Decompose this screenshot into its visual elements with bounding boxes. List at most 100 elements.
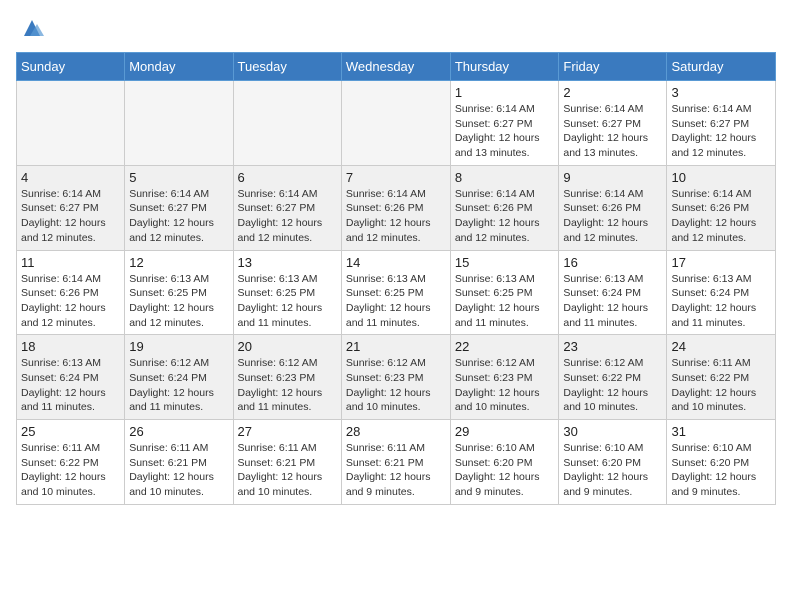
day-number: 23 [563,339,662,354]
day-info: Sunrise: 6:12 AM Sunset: 6:24 PM Dayligh… [129,356,228,415]
day-info: Sunrise: 6:14 AM Sunset: 6:27 PM Dayligh… [563,102,662,161]
calendar-header-row: Sunday Monday Tuesday Wednesday Thursday… [17,53,776,81]
calendar-cell: 8 Sunrise: 6:14 AM Sunset: 6:26 PM Daylig… [450,165,559,250]
day-info: Sunrise: 6:13 AM Sunset: 6:25 PM Dayligh… [129,272,228,331]
calendar-cell: 12 Sunrise: 6:13 AM Sunset: 6:25 PM Dayli… [125,250,233,335]
calendar-cell: 21Sunrise: 6:12 AM Sunset: 6:23 PM Dayli… [341,335,450,420]
day-info: Sunrise: 6:10 AM Sunset: 6:20 PM Dayligh… [671,441,771,500]
calendar-cell: 22 Sunrise: 6:12 AM Sunset: 6:23 PM Dayli… [450,335,559,420]
calendar-cell: 1 Sunrise: 6:14 AM Sunset: 6:27 PM Daylig… [450,81,559,166]
calendar-cell [233,81,341,166]
day-info: Sunrise: 6:14 AM Sunset: 6:26 PM Dayligh… [455,187,555,246]
day-info: Sunrise: 6:14 AM Sunset: 6:27 PM Dayligh… [455,102,555,161]
day-info: Sunrise: 6:11 AM Sunset: 6:21 PM Dayligh… [238,441,337,500]
week-row-0: 1 Sunrise: 6:14 AM Sunset: 6:27 PM Daylig… [17,81,776,166]
day-number: 16 [563,255,662,270]
calendar-cell: 18Sunrise: 6:13 AM Sunset: 6:24 PM Dayli… [17,335,125,420]
calendar-cell: 16 Sunrise: 6:13 AM Sunset: 6:24 PM Dayli… [559,250,667,335]
day-info: Sunrise: 6:14 AM Sunset: 6:26 PM Dayligh… [346,187,446,246]
calendar-cell: 30Sunrise: 6:10 AM Sunset: 6:20 PM Dayli… [559,420,667,505]
day-number: 10 [671,170,771,185]
calendar-cell: 31 Sunrise: 6:10 AM Sunset: 6:20 PM Dayli… [667,420,776,505]
calendar-cell: 17 Sunrise: 6:13 AM Sunset: 6:24 PM Dayli… [667,250,776,335]
logo [16,16,44,40]
calendar-cell [125,81,233,166]
day-info: Sunrise: 6:14 AM Sunset: 6:26 PM Dayligh… [671,187,771,246]
calendar-cell: 24Sunrise: 6:11 AM Sunset: 6:22 PM Dayli… [667,335,776,420]
day-number: 9 [563,170,662,185]
calendar-table: Sunday Monday Tuesday Wednesday Thursday… [16,52,776,505]
day-info: Sunrise: 6:13 AM Sunset: 6:24 PM Dayligh… [563,272,662,331]
calendar-cell: 28 Sunrise: 6:11 AM Sunset: 6:21 PM Dayli… [341,420,450,505]
day-number: 29 [455,424,555,439]
day-number: 11 [21,255,120,270]
day-info: Sunrise: 6:10 AM Sunset: 6:20 PM Dayligh… [455,441,555,500]
page-header [16,16,776,40]
calendar-cell: 20 Sunrise: 6:12 AM Sunset: 6:23 PM Dayli… [233,335,341,420]
calendar-cell: 10 Sunrise: 6:14 AM Sunset: 6:26 PM Dayli… [667,165,776,250]
day-number: 15 [455,255,555,270]
calendar-cell: 4Sunrise: 6:14 AM Sunset: 6:27 PM Daylig… [17,165,125,250]
day-number: 13 [238,255,337,270]
calendar-cell: 9 Sunrise: 6:14 AM Sunset: 6:26 PM Daylig… [559,165,667,250]
day-info: Sunrise: 6:11 AM Sunset: 6:21 PM Dayligh… [346,441,446,500]
header-friday: Friday [559,53,667,81]
day-info: Sunrise: 6:14 AM Sunset: 6:26 PM Dayligh… [563,187,662,246]
header-sunday: Sunday [17,53,125,81]
day-number: 1 [455,85,555,100]
day-number: 20 [238,339,337,354]
header-monday: Monday [125,53,233,81]
header-thursday: Thursday [450,53,559,81]
day-number: 19 [129,339,228,354]
day-info: Sunrise: 6:14 AM Sunset: 6:26 PM Dayligh… [21,272,120,331]
week-row-1: 4 Sunrise: 6:14 AM Sunset: 6:27 PM Daylig… [17,165,776,250]
day-number: 25 [21,424,120,439]
day-info: Sunrise: 6:12 AM Sunset: 6:23 PM Dayligh… [455,356,555,415]
calendar-cell: 26 Sunrise: 6:11 AM Sunset: 6:21 PM Dayli… [125,420,233,505]
day-number: 3 [671,85,771,100]
day-number: 27 [238,424,337,439]
day-number: 22 [455,339,555,354]
calendar-cell: 19 Sunrise: 6:12 AM Sunset: 6:24 PM Dayli… [125,335,233,420]
logo-icon [20,16,44,40]
calendar-cell: 2 Sunrise: 6:14 AM Sunset: 6:27 PM Daylig… [559,81,667,166]
header-tuesday: Tuesday [233,53,341,81]
calendar-cell: 15 Sunrise: 6:13 AM Sunset: 6:25 PM Dayli… [450,250,559,335]
day-number: 26 [129,424,228,439]
day-info: Sunrise: 6:13 AM Sunset: 6:25 PM Dayligh… [346,272,446,331]
header-saturday: Saturday [667,53,776,81]
calendar-cell: 5Sunrise: 6:14 AM Sunset: 6:27 PM Daylig… [125,165,233,250]
day-number: 8 [455,170,555,185]
day-number: 4 [21,170,120,185]
day-number: 28 [346,424,446,439]
day-number: 2 [563,85,662,100]
day-info: Sunrise: 6:13 AM Sunset: 6:24 PM Dayligh… [671,272,771,331]
day-info: Sunrise: 6:11 AM Sunset: 6:22 PM Dayligh… [21,441,120,500]
day-info: Sunrise: 6:12 AM Sunset: 6:23 PM Dayligh… [238,356,337,415]
day-info: Sunrise: 6:11 AM Sunset: 6:21 PM Dayligh… [129,441,228,500]
calendar-cell: 3Sunrise: 6:14 AM Sunset: 6:27 PM Daylig… [667,81,776,166]
day-info: Sunrise: 6:13 AM Sunset: 6:25 PM Dayligh… [455,272,555,331]
calendar-cell: 25 Sunrise: 6:11 AM Sunset: 6:22 PM Dayli… [17,420,125,505]
day-number: 6 [238,170,337,185]
calendar-cell: 27 Sunrise: 6:11 AM Sunset: 6:21 PM Dayli… [233,420,341,505]
day-number: 12 [129,255,228,270]
calendar-cell: 13Sunrise: 6:13 AM Sunset: 6:25 PM Dayli… [233,250,341,335]
day-info: Sunrise: 6:12 AM Sunset: 6:22 PM Dayligh… [563,356,662,415]
week-row-2: 11 Sunrise: 6:14 AM Sunset: 6:26 PM Dayli… [17,250,776,335]
header-wednesday: Wednesday [341,53,450,81]
calendar-cell [17,81,125,166]
day-number: 21 [346,339,446,354]
week-row-3: 18Sunrise: 6:13 AM Sunset: 6:24 PM Dayli… [17,335,776,420]
day-info: Sunrise: 6:14 AM Sunset: 6:27 PM Dayligh… [129,187,228,246]
calendar-cell: 23 Sunrise: 6:12 AM Sunset: 6:22 PM Dayli… [559,335,667,420]
day-number: 17 [671,255,771,270]
week-row-4: 25 Sunrise: 6:11 AM Sunset: 6:22 PM Dayli… [17,420,776,505]
calendar-cell: 6 Sunrise: 6:14 AM Sunset: 6:27 PM Daylig… [233,165,341,250]
day-number: 31 [671,424,771,439]
day-number: 14 [346,255,446,270]
day-info: Sunrise: 6:14 AM Sunset: 6:27 PM Dayligh… [238,187,337,246]
calendar-cell: 29 Sunrise: 6:10 AM Sunset: 6:20 PM Dayli… [450,420,559,505]
day-number: 30 [563,424,662,439]
day-info: Sunrise: 6:11 AM Sunset: 6:22 PM Dayligh… [671,356,771,415]
